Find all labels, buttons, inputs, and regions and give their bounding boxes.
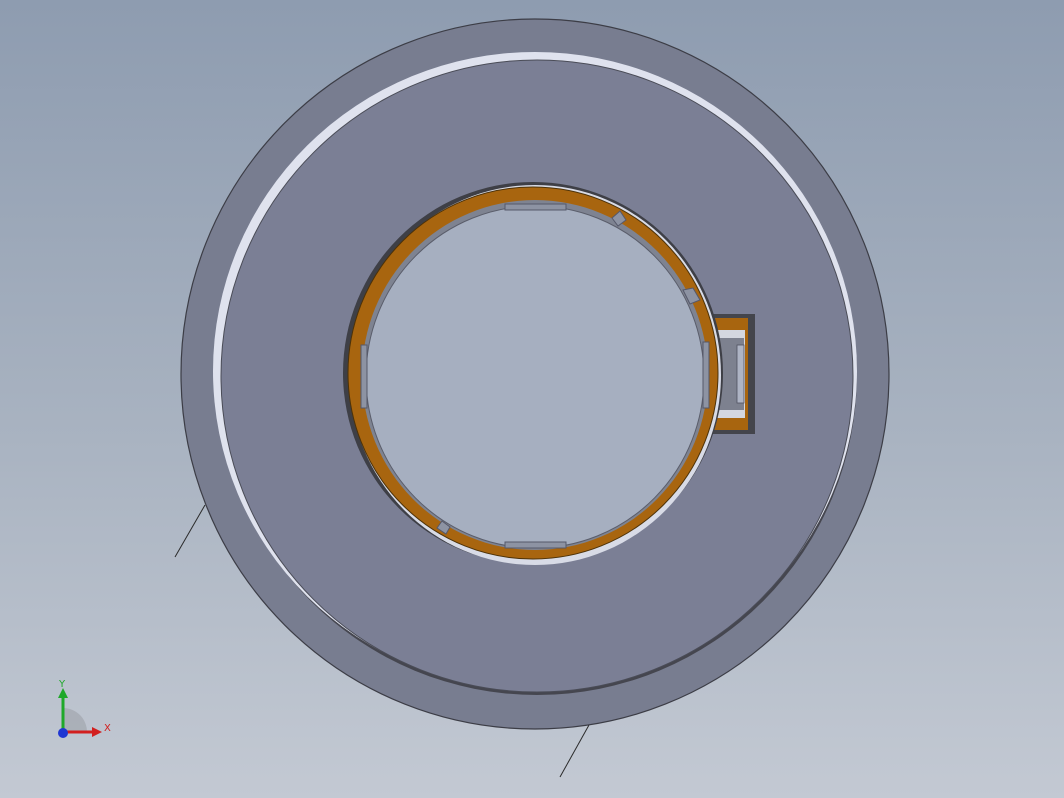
leader-line-bottom <box>559 724 590 778</box>
keyway-key <box>736 344 745 404</box>
ring-tab-top <box>504 203 567 211</box>
triad-plane-shading <box>63 708 87 732</box>
bore-interior[interactable] <box>365 205 705 549</box>
triad-x-arrow <box>92 727 102 737</box>
part-model-view[interactable] <box>0 0 1064 798</box>
triad-y-label: Y <box>59 679 66 690</box>
ring-tab-right <box>702 341 710 409</box>
triad-x-label: X <box>104 723 111 734</box>
leader-line-left <box>174 504 206 558</box>
ring-tab-bottom <box>504 541 567 549</box>
ring-tab-left <box>360 344 368 409</box>
triad-z-axis <box>58 728 68 738</box>
graphics-viewport[interactable]: Y X <box>0 0 1064 798</box>
coordinate-triad: Y X <box>48 676 120 746</box>
